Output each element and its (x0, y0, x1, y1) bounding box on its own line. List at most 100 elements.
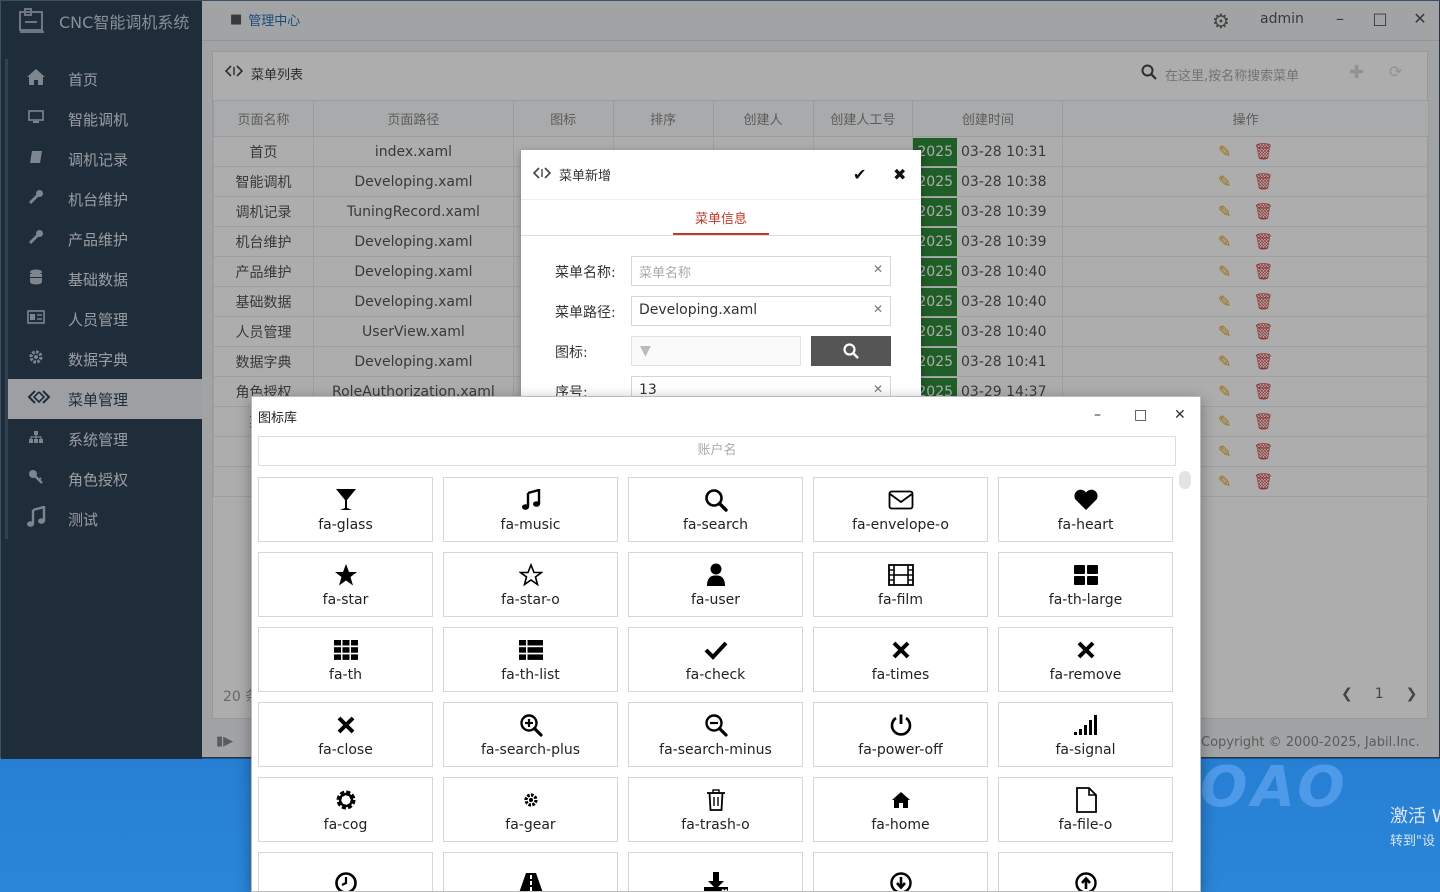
icon-tile[interactable]: fa-signal (998, 702, 1173, 767)
clear-icon[interactable]: ✕ (873, 382, 883, 396)
star-outline-icon (518, 562, 543, 588)
trash-icon (706, 787, 726, 813)
clear-icon[interactable]: ✕ (873, 262, 883, 276)
icon-library-window: 图标库 – □ ✕ 账户名 fa-glass fa-music fa-search f… (251, 396, 1201, 892)
icon-tile[interactable]: fa-power-off (813, 702, 988, 767)
icon-tile[interactable]: fa-close (258, 702, 433, 767)
icon-tile-label: fa-check (685, 666, 746, 683)
envelope-icon (888, 487, 914, 513)
icon-tile[interactable]: fa-heart (998, 477, 1173, 542)
icon-tile[interactable] (443, 852, 618, 891)
icon-tile[interactable] (628, 852, 803, 891)
icon-tile[interactable]: fa-home (813, 777, 988, 842)
icon-tile-label: fa-signal (1055, 741, 1116, 758)
icon-tile[interactable]: fa-remove (998, 627, 1173, 692)
icon-tile-label: fa-glass (318, 516, 373, 533)
close-x-icon[interactable]: ✖ (893, 165, 906, 184)
icon-tile[interactable] (258, 852, 433, 891)
icon-tile-label: fa-remove (1049, 666, 1122, 683)
icon-tile[interactable]: fa-gear (443, 777, 618, 842)
clear-icon[interactable]: ✕ (873, 302, 883, 316)
icon-search-button[interactable] (811, 336, 891, 366)
icon-field[interactable]: ▼ (631, 336, 801, 366)
th-icon (333, 637, 359, 663)
arrow-circle-down-icon (889, 870, 913, 891)
code-icon (532, 166, 552, 183)
dialog-title: 菜单新增 (559, 169, 612, 184)
filter-icon: ▼ (640, 343, 651, 359)
icon-tile-label: fa-gear (505, 816, 556, 833)
search-plus-icon (519, 712, 543, 738)
icon-tile[interactable]: fa-file-o (998, 777, 1173, 842)
maximize-button[interactable]: □ (1134, 407, 1147, 423)
tab-divider (521, 235, 921, 236)
icon-tile[interactable]: fa-music (443, 477, 618, 542)
heart-icon (1073, 487, 1099, 513)
close-icon (336, 712, 356, 738)
icon-tile[interactable] (998, 852, 1173, 891)
icon-tile[interactable]: fa-cog (258, 777, 433, 842)
icon-tile[interactable]: fa-search (628, 477, 803, 542)
icon-grid: fa-glass fa-music fa-search fa-envelope-o fa… (258, 477, 1174, 891)
home-icon (891, 787, 911, 813)
search-minus-icon (704, 712, 728, 738)
icon-tile[interactable]: fa-trash-o (628, 777, 803, 842)
icon-tile-label: fa-search-plus (480, 741, 581, 758)
power-off-icon (889, 712, 913, 738)
icon-search-input[interactable]: 账户名 (258, 436, 1176, 466)
icon-tile-label: fa-home (871, 816, 930, 833)
film-icon (887, 562, 914, 588)
icon-tile-label: fa-user (690, 591, 741, 608)
icon-tile-label: fa-th-list (501, 666, 560, 683)
gear-icon (523, 787, 539, 813)
check-icon (704, 637, 728, 663)
user-icon (706, 562, 726, 588)
tab-menu-info[interactable]: 菜单信息 (673, 208, 769, 236)
icon-tile-label: fa-trash-o (681, 816, 750, 833)
download-icon (703, 870, 729, 891)
icon-tile[interactable]: fa-search-minus (628, 702, 803, 767)
icon-tile[interactable]: fa-star-o (443, 552, 618, 617)
icon-tile-label: fa-file-o (1058, 816, 1113, 833)
icon-tile[interactable]: fa-glass (258, 477, 433, 542)
search-icon (843, 343, 859, 359)
confirm-check-icon[interactable]: ✔ (853, 165, 866, 184)
minimize-button[interactable]: – (1094, 407, 1101, 423)
windows-activate-title: 激活 W (1390, 806, 1440, 827)
icon-tile-label: fa-heart (1057, 516, 1114, 533)
scrollbar-thumb[interactable] (1179, 471, 1191, 489)
menu-path-label: 菜单路径: (555, 305, 616, 321)
icon-tile-label: fa-th-large (1048, 591, 1123, 608)
icon-tile[interactable]: fa-star (258, 552, 433, 617)
icon-tile[interactable]: fa-times (813, 627, 988, 692)
remove-icon (1076, 637, 1096, 663)
icon-tile-label: fa-close (318, 741, 373, 758)
menu-path-field[interactable]: Developing.xaml (631, 296, 891, 326)
icon-tile[interactable]: fa-th-large (998, 552, 1173, 617)
icon-tile-label: fa-search-minus (659, 741, 772, 758)
arrow-circle-up-icon (1074, 870, 1098, 891)
icon-tile[interactable]: fa-check (628, 627, 803, 692)
icon-tile[interactable]: fa-user (628, 552, 803, 617)
icon-tile-label: fa-star-o (501, 591, 560, 608)
icon-tile[interactable]: fa-th (258, 627, 433, 692)
icon-tile[interactable] (813, 852, 988, 891)
clock-icon (334, 870, 358, 891)
file-icon (1075, 786, 1097, 813)
search-icon (704, 487, 728, 513)
icon-tile[interactable]: fa-search-plus (443, 702, 618, 767)
icon-tile[interactable]: fa-envelope-o (813, 477, 988, 542)
icon-tile-label: fa-power-off (858, 741, 943, 758)
menu-name-field[interactable]: 菜单名称 (631, 256, 891, 286)
star-icon (334, 562, 358, 588)
icon-tile[interactable]: fa-film (813, 552, 988, 617)
icon-tile-label: fa-search (682, 516, 749, 533)
signal-icon (1073, 712, 1099, 738)
icon-label: 图标: (555, 345, 588, 361)
th-large-icon (1073, 562, 1099, 588)
icon-tile[interactable]: fa-th-list (443, 627, 618, 692)
icon-tile-label: fa-cog (323, 816, 368, 833)
close-button[interactable]: ✕ (1174, 407, 1186, 423)
times-icon (891, 637, 911, 663)
icon-tile-label: fa-star (322, 591, 369, 608)
